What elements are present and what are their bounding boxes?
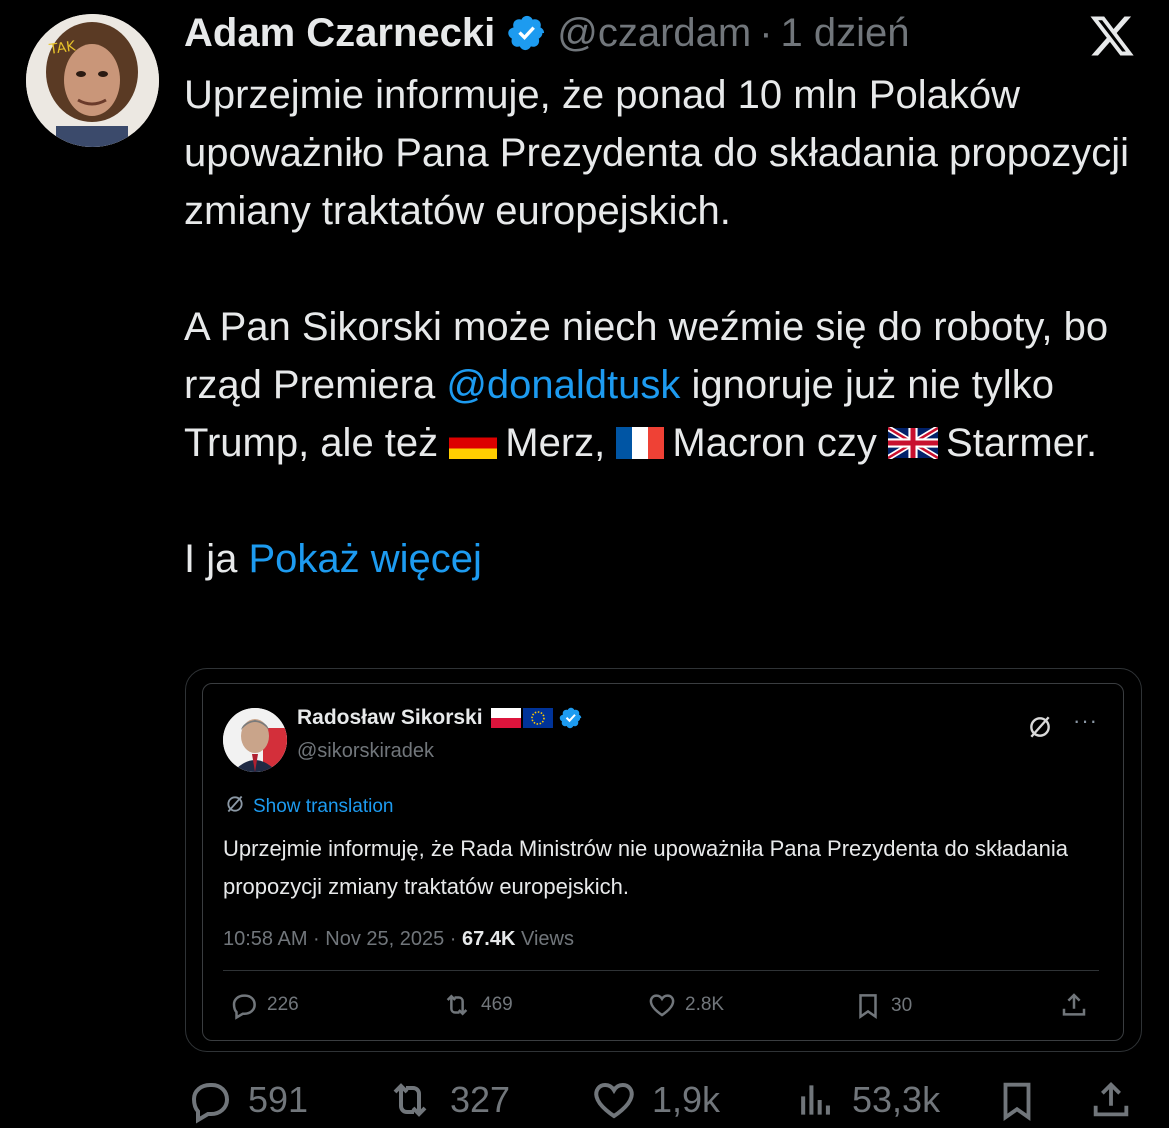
quoted-like: 2.8K [647, 990, 724, 1020]
mention-donaldtusk[interactable]: @donaldtusk [446, 363, 680, 407]
quoted-author-avatar [223, 708, 287, 772]
flag-fr-icon [616, 427, 665, 459]
quoted-replies-count: 226 [267, 994, 299, 1015]
tweet-text-span: Macron czy [672, 421, 889, 465]
grok-icon [1027, 714, 1053, 745]
quoted-text: Uprzejmie informuję, że Rada Ministrów n… [223, 836, 1068, 899]
tweet-text-span: Starmer. [946, 421, 1098, 465]
quoted-likes-count: 2.8K [685, 994, 725, 1015]
divider [223, 970, 1099, 971]
author-handle[interactable]: @czardam [557, 11, 751, 56]
quoted-repost: 469 [441, 990, 513, 1020]
likes-count: 1,9k [652, 1079, 721, 1120]
quoted-actions: 226 469 2.8K 30 [229, 990, 1095, 1024]
views-button[interactable]: 53,3k [794, 1076, 940, 1124]
tweet-paragraph-2: A Pan Sikorski może niech weźmie się do … [184, 298, 1144, 472]
quoted-screenshot: Radosław Sikorski @sikorskiradek ··· Sho… [202, 683, 1124, 1041]
tweet-header: Adam Czarnecki @czardam · 1 dzień [184, 10, 910, 56]
show-more-link[interactable]: Pokaż więcej [248, 537, 481, 581]
flag-de-icon [449, 427, 498, 459]
views-icon [801, 1085, 830, 1115]
x-logo-icon[interactable] [1087, 12, 1137, 60]
views-count: 53,3k [852, 1079, 941, 1120]
quoted-timestamp: 10:58 AM · Nov 25, 2025 · [223, 928, 463, 950]
separator-dot: · [759, 10, 773, 55]
share-button[interactable] [1088, 1076, 1148, 1124]
tweet-paragraph-3: I ja Pokaż więcej [184, 530, 1144, 588]
reply-button[interactable]: 591 [186, 1076, 308, 1124]
show-translation-label: Show translation [253, 796, 394, 817]
tweet-time[interactable]: 1 dzień [781, 11, 910, 56]
reposts-count: 327 [450, 1079, 511, 1120]
flag-eu-icon [522, 708, 553, 728]
more-icon: ··· [1073, 708, 1098, 733]
bookmark-button[interactable] [994, 1076, 1054, 1126]
author-name[interactable]: Adam Czarnecki [184, 11, 495, 56]
repost-icon [393, 1083, 427, 1117]
verified-badge-icon [507, 13, 547, 53]
author-avatar[interactable]: TAK [26, 14, 159, 147]
tweet-paragraph-1: Uprzejmie informuje, że ponad 10 mln Pol… [184, 73, 1130, 233]
quoted-bookmark: 30 [853, 990, 912, 1022]
quoted-tweet-card[interactable]: Radosław Sikorski @sikorskiradek ··· Sho… [185, 668, 1142, 1052]
repost-button[interactable]: 327 [384, 1076, 510, 1124]
quoted-reply: 226 [229, 990, 299, 1020]
verified-badge-icon [559, 706, 583, 730]
quoted-author-handle: @sikorskiradek [297, 740, 435, 762]
quoted-author-row: Radosław Sikorski [297, 706, 583, 730]
flag-uk-icon [888, 427, 939, 459]
quoted-reposts-count: 469 [481, 994, 513, 1015]
quoted-views-label: Views [515, 928, 574, 950]
share-icon [1093, 1081, 1129, 1117]
like-icon [594, 1082, 634, 1119]
quoted-share [1059, 990, 1097, 1020]
quoted-author-name: Radosław Sikorski [297, 706, 483, 729]
grok-icon [225, 794, 245, 820]
tweet-actions: 591 327 1,9k 53,3k [186, 1076, 1136, 1128]
replies-count: 591 [248, 1079, 309, 1120]
quoted-views-count: 67.4K [462, 928, 516, 950]
tweet-text-span: I ja [184, 537, 249, 581]
bookmark-icon [859, 994, 877, 1020]
share-icon [1062, 993, 1086, 1016]
bookmark-icon [1003, 1082, 1031, 1121]
like-button[interactable]: 1,9k [590, 1076, 720, 1124]
show-translation: Show translation [225, 794, 393, 820]
reply-icon [191, 1083, 230, 1124]
like-icon [649, 994, 675, 1017]
flag-pl-icon [490, 708, 521, 728]
tweet-text-span: Merz, [505, 421, 617, 465]
tweet-body: Uprzejmie informuje, że ponad 10 mln Pol… [184, 66, 1144, 588]
quoted-meta: 10:58 AM · Nov 25, 2025 · 67.4K Views [223, 928, 574, 951]
reply-icon [232, 994, 256, 1020]
repost-icon [446, 994, 468, 1016]
quoted-bookmarks-count: 30 [891, 995, 913, 1016]
